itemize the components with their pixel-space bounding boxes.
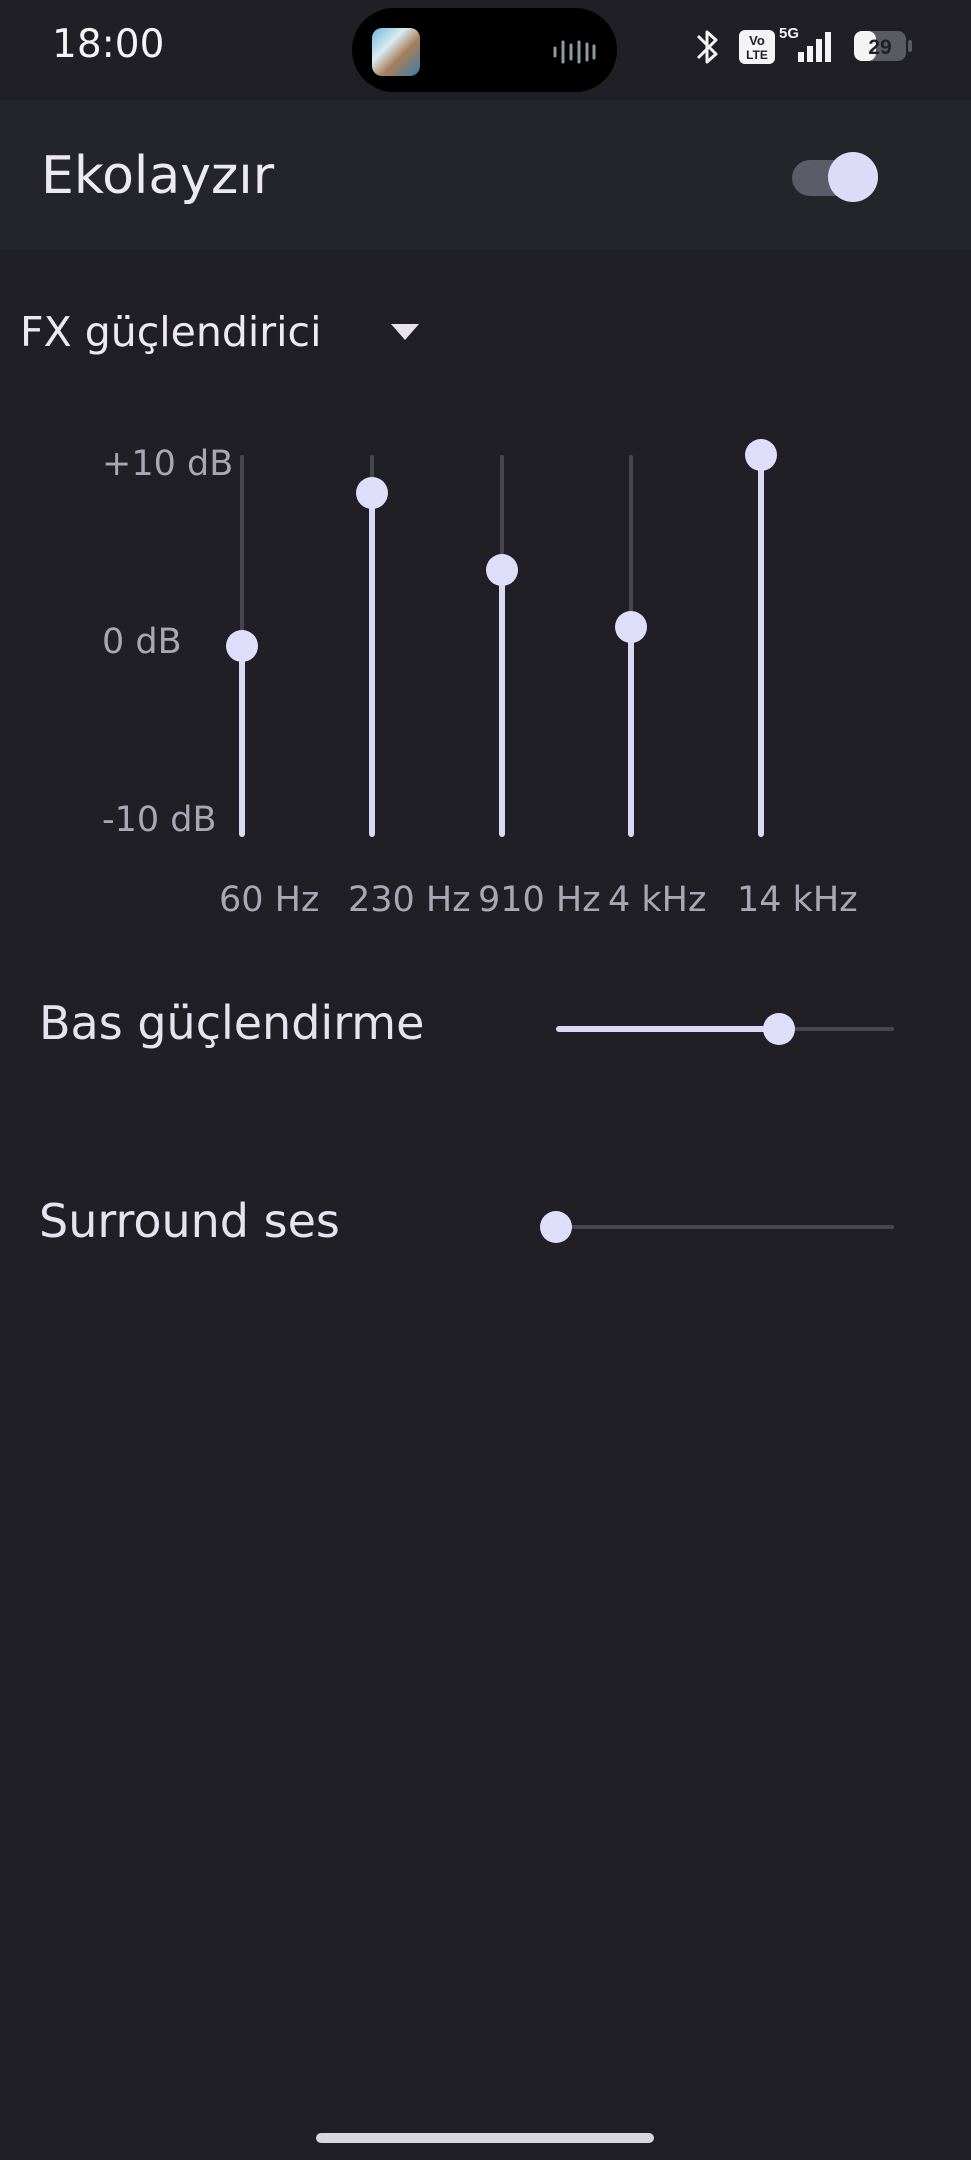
svg-text:Vo: Vo xyxy=(749,33,765,48)
status-icons: Vo LTE 5G 29 xyxy=(696,25,912,64)
band-freq-label: 14 kHz xyxy=(737,880,858,920)
bass-boost-label: Bas güçlendirme xyxy=(39,996,425,1050)
band-freq-label: 910 Hz xyxy=(478,880,601,920)
equalizer-panel: +10 dB 0 dB -10 dB 60 Hz 230 Hz 910 Hz 4… xyxy=(0,420,971,940)
slider-fill xyxy=(556,1026,780,1032)
db-label-zero: 0 dB xyxy=(102,622,182,662)
surround-label: Surround ses xyxy=(39,1194,340,1248)
band-knob[interactable] xyxy=(745,439,777,471)
band-fill xyxy=(239,646,245,837)
bluetooth-icon xyxy=(696,30,718,64)
slider-track xyxy=(556,1225,894,1229)
band-fill xyxy=(758,455,764,837)
signal-icon: 5G xyxy=(779,25,831,62)
band-knob[interactable] xyxy=(356,477,388,510)
band-freq-label: 60 Hz xyxy=(219,880,320,920)
eq-band-slider[interactable] xyxy=(472,420,532,840)
band-knob[interactable] xyxy=(226,630,258,662)
db-label-min: -10 dB xyxy=(102,800,217,840)
svg-text:LTE: LTE xyxy=(746,48,768,62)
dropdown-arrow-icon xyxy=(391,324,420,340)
preset-label: FX güçlendirici xyxy=(20,308,322,356)
equalizer-toggle[interactable] xyxy=(792,152,878,202)
band-knob[interactable] xyxy=(615,610,647,643)
album-art-thumbnail xyxy=(372,28,420,76)
eq-band-slider[interactable] xyxy=(601,420,661,840)
slider-knob[interactable] xyxy=(540,1211,572,1243)
band-freq-label: 4 kHz xyxy=(608,880,707,920)
app-header: Ekolayzır xyxy=(0,100,971,250)
band-fill xyxy=(369,493,375,837)
toggle-thumb xyxy=(828,152,878,202)
preset-dropdown[interactable]: FX güçlendirici xyxy=(20,300,420,364)
band-knob[interactable] xyxy=(486,553,518,586)
band-freq-label: 230 Hz xyxy=(348,880,471,920)
band-fill xyxy=(499,569,505,837)
band-fill xyxy=(628,626,634,837)
status-bar: 18:00 Vo LTE 5G 29 xyxy=(0,0,971,100)
surround-slider[interactable] xyxy=(540,1210,894,1244)
slider-knob[interactable] xyxy=(763,1013,796,1045)
svg-text:5G: 5G xyxy=(779,25,799,42)
eq-band-slider[interactable] xyxy=(731,420,791,840)
eq-band-slider[interactable] xyxy=(342,420,402,840)
eq-band-slider[interactable] xyxy=(212,420,272,840)
svg-text:29: 29 xyxy=(868,36,891,59)
bass-boost-slider[interactable] xyxy=(556,1012,894,1046)
volte-icon: Vo LTE xyxy=(739,30,775,64)
status-time: 18:00 xyxy=(52,22,165,67)
dynamic-island[interactable] xyxy=(352,8,617,92)
page-title: Ekolayzır xyxy=(41,146,275,206)
battery-icon: 29 xyxy=(854,31,912,61)
home-indicator[interactable] xyxy=(316,2133,654,2143)
audio-wave-icon xyxy=(553,40,596,64)
